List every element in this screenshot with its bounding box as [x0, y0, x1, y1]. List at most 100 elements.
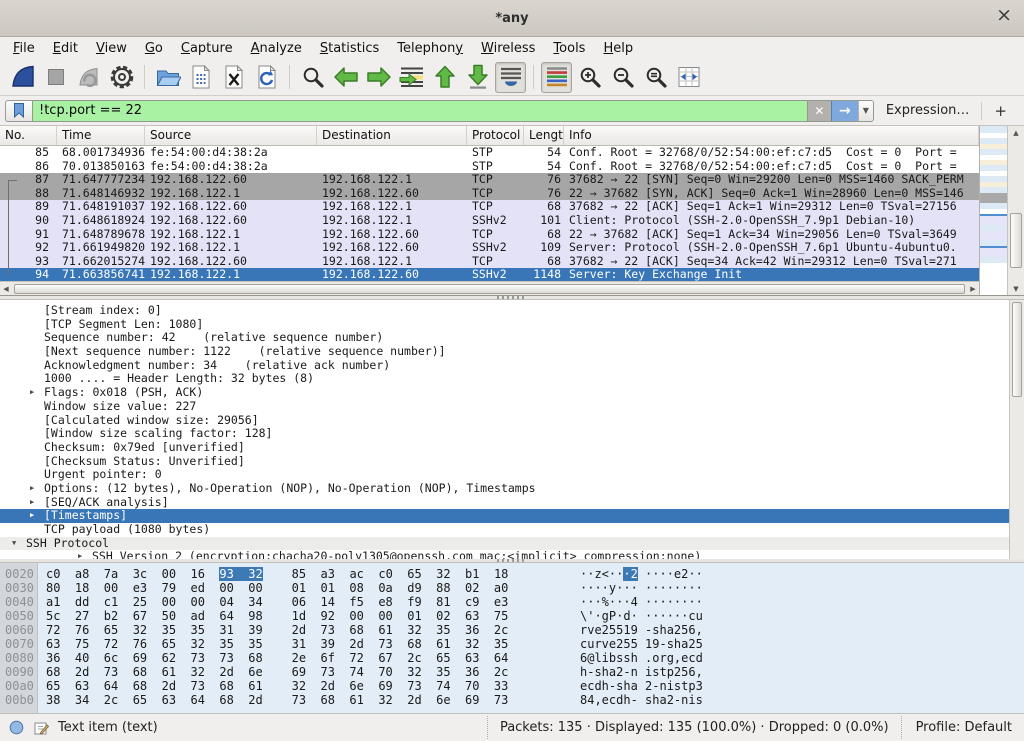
hex-row[interactable]: 80 18 00 e3 79 ed 00 00 01 01 08 0a d9 8… — [38, 581, 1024, 595]
collapsed-arrow-icon[interactable]: ▶ — [28, 386, 44, 400]
hex-row[interactable]: 68 2d 73 68 61 32 2d 6e 69 73 74 70 32 3… — [38, 665, 1024, 679]
filter-apply-button[interactable]: → — [831, 101, 858, 121]
save-file-button[interactable] — [185, 62, 216, 93]
packet-row[interactable]: 9071.648618924192.168.122.60192.168.122.… — [0, 214, 979, 228]
detail-line[interactable]: [Window size scaling factor: 128] — [0, 427, 1024, 441]
packet-row[interactable]: 9271.661949820192.168.122.1192.168.122.6… — [0, 241, 979, 255]
expression-button[interactable]: Expression… — [874, 103, 982, 118]
display-filter-input[interactable] — [33, 101, 807, 121]
detail-line[interactable]: ▶Flags: 0x018 (PSH, ACK) — [0, 386, 1024, 400]
vertical-scroll-thumb[interactable] — [1010, 213, 1022, 267]
hex-row[interactable]: 36 40 6c 69 62 73 73 68 2e 6f 72 67 2c 6… — [38, 651, 1024, 665]
detail-line[interactable]: Checksum: 0x79ed [unverified] — [0, 441, 1024, 455]
start-capture-button[interactable] — [7, 62, 38, 93]
menu-view[interactable]: View — [87, 39, 136, 58]
scroll-up-icon[interactable]: ▲ — [1010, 126, 1022, 139]
stop-capture-button[interactable] — [40, 62, 71, 93]
detail-line[interactable]: ▶[SEQ/ACK analysis] — [0, 496, 1024, 510]
packet-row[interactable]: 9171.648789678192.168.122.1192.168.122.6… — [0, 228, 979, 242]
hex-row[interactable]: 63 75 72 76 65 32 35 35 31 39 2d 73 68 6… — [38, 637, 1024, 651]
zoom-in-button[interactable] — [574, 62, 605, 93]
detail-line[interactable]: [TCP Segment Len: 1080] — [0, 318, 1024, 332]
go-forward-button[interactable] — [363, 62, 394, 93]
capture-options-button[interactable] — [106, 62, 137, 93]
capture-comment-icon[interactable] — [33, 720, 49, 736]
horizontal-scroll-thumb[interactable] — [14, 284, 965, 294]
packet-row[interactable]: 8670.013850163fe:54:00:d4:38:2aSTP54Conf… — [0, 160, 979, 174]
go-to-packet-button[interactable] — [396, 62, 427, 93]
expanded-arrow-icon[interactable]: ▼ — [10, 537, 26, 551]
scroll-down-icon[interactable]: ▼ — [1010, 282, 1022, 295]
resize-columns-button[interactable] — [673, 62, 704, 93]
detail-line[interactable]: ▼SSH Protocol — [0, 537, 1024, 551]
menu-file[interactable]: File — [4, 39, 44, 58]
add-filter-button[interactable]: + — [982, 102, 1019, 120]
hex-row[interactable]: 38 34 2c 65 63 64 68 2d 73 68 61 32 2d 6… — [38, 693, 1024, 707]
column-header-no[interactable]: No. — [0, 126, 57, 145]
packet-row[interactable]: 9371.662015274192.168.122.60192.168.122.… — [0, 255, 979, 269]
column-header-info[interactable]: Info — [564, 126, 979, 145]
menu-go[interactable]: Go — [136, 39, 172, 58]
detail-line[interactable]: [Checksum Status: Unverified] — [0, 455, 1024, 469]
close-file-button[interactable] — [218, 62, 249, 93]
menu-capture[interactable]: Capture — [172, 39, 242, 58]
detail-line[interactable]: [Calculated window size: 29056] — [0, 414, 1024, 428]
collapsed-arrow-icon[interactable]: ▶ — [76, 550, 92, 559]
filter-bookmark-button[interactable] — [5, 100, 32, 122]
hex-row[interactable]: 65 63 64 68 2d 73 68 61 32 2d 6e 69 73 7… — [38, 679, 1024, 693]
zoom-out-button[interactable] — [607, 62, 638, 93]
horizontal-scrollbar[interactable]: ◀ ▶ — [0, 281, 979, 295]
detail-line[interactable]: Window size value: 227 — [0, 400, 1024, 414]
detail-line[interactable]: Sequence number: 42 (relative sequence n… — [0, 331, 1024, 345]
menu-edit[interactable]: Edit — [44, 39, 87, 58]
detail-line[interactable]: [Stream index: 0] — [0, 304, 1024, 318]
menu-tools[interactable]: Tools — [544, 39, 594, 58]
detail-line[interactable]: Acknowledgment number: 34 (relative ack … — [0, 359, 1024, 373]
packet-row[interactable]: 8771.647777234192.168.122.60192.168.122.… — [0, 173, 979, 187]
reload-file-button[interactable] — [251, 62, 282, 93]
hex-row[interactable]: 72 76 65 32 35 35 31 39 2d 73 68 61 32 3… — [38, 623, 1024, 637]
hex-row[interactable]: a1 dd c1 25 00 00 04 34 06 14 f5 e8 f9 8… — [38, 595, 1024, 609]
close-icon[interactable]: × — [996, 6, 1012, 25]
vertical-scroll-track[interactable] — [1008, 139, 1024, 282]
column-header-destination[interactable]: Destination — [317, 126, 467, 145]
detail-line[interactable]: ▶Options: (12 bytes), No-Operation (NOP)… — [0, 482, 1024, 496]
details-scroll-thumb[interactable] — [1012, 302, 1022, 397]
packet-row[interactable]: 9471.663856741192.168.122.1192.168.122.6… — [0, 268, 979, 281]
hex-row[interactable]: 5c 27 b2 67 50 ad 64 98 1d 92 00 00 01 0… — [38, 609, 1024, 623]
go-first-button[interactable] — [429, 62, 460, 93]
packet-row[interactable]: 8871.648146932192.168.122.1192.168.122.6… — [0, 187, 979, 201]
collapsed-arrow-icon[interactable]: ▶ — [28, 496, 44, 510]
hex-row[interactable]: c0 a8 7a 3c 00 16 93 32 85 a3 ac c0 65 3… — [38, 567, 1024, 581]
menu-analyze[interactable]: Analyze — [242, 39, 311, 58]
vertical-scrollbar[interactable]: ▲ ▼ — [1007, 126, 1024, 295]
column-header-length[interactable]: Length — [524, 126, 564, 145]
detail-line[interactable]: ▶[Timestamps] — [0, 509, 1024, 523]
column-header-source[interactable]: Source — [145, 126, 317, 145]
menu-wireless[interactable]: Wireless — [472, 39, 544, 58]
detail-line[interactable]: TCP payload (1080 bytes) — [0, 523, 1024, 537]
expert-info-icon[interactable] — [9, 720, 24, 735]
collapsed-arrow-icon[interactable]: ▶ — [28, 509, 44, 523]
collapsed-arrow-icon[interactable]: ▶ — [28, 482, 44, 496]
filter-clear-button[interactable]: ✕ — [807, 101, 831, 121]
go-back-button[interactable] — [330, 62, 361, 93]
detail-line[interactable]: 1000 .... = Header Length: 32 bytes (8) — [0, 372, 1024, 386]
details-scrollbar[interactable] — [1009, 300, 1024, 559]
intelligent-scrollbar-minimap[interactable] — [979, 126, 1007, 295]
restart-capture-button[interactable] — [73, 62, 104, 93]
menu-telephony[interactable]: Telephony — [388, 39, 472, 58]
menu-help[interactable]: Help — [594, 39, 642, 58]
go-last-button[interactable] — [462, 62, 493, 93]
filter-dropdown-icon[interactable]: ▼ — [858, 101, 873, 121]
auto-scroll-button[interactable] — [495, 62, 526, 93]
scroll-left-icon[interactable]: ◀ — [0, 285, 12, 293]
detail-line[interactable]: [Next sequence number: 1122 (relative se… — [0, 345, 1024, 359]
profile-selector[interactable]: Profile: Default — [901, 716, 1024, 739]
scroll-right-icon[interactable]: ▶ — [967, 285, 979, 293]
column-header-protocol[interactable]: Protocol — [467, 126, 524, 145]
menu-statistics[interactable]: Statistics — [311, 39, 388, 58]
detail-line[interactable]: Urgent pointer: 0 — [0, 468, 1024, 482]
open-file-button[interactable] — [152, 62, 183, 93]
column-header-time[interactable]: Time — [57, 126, 145, 145]
